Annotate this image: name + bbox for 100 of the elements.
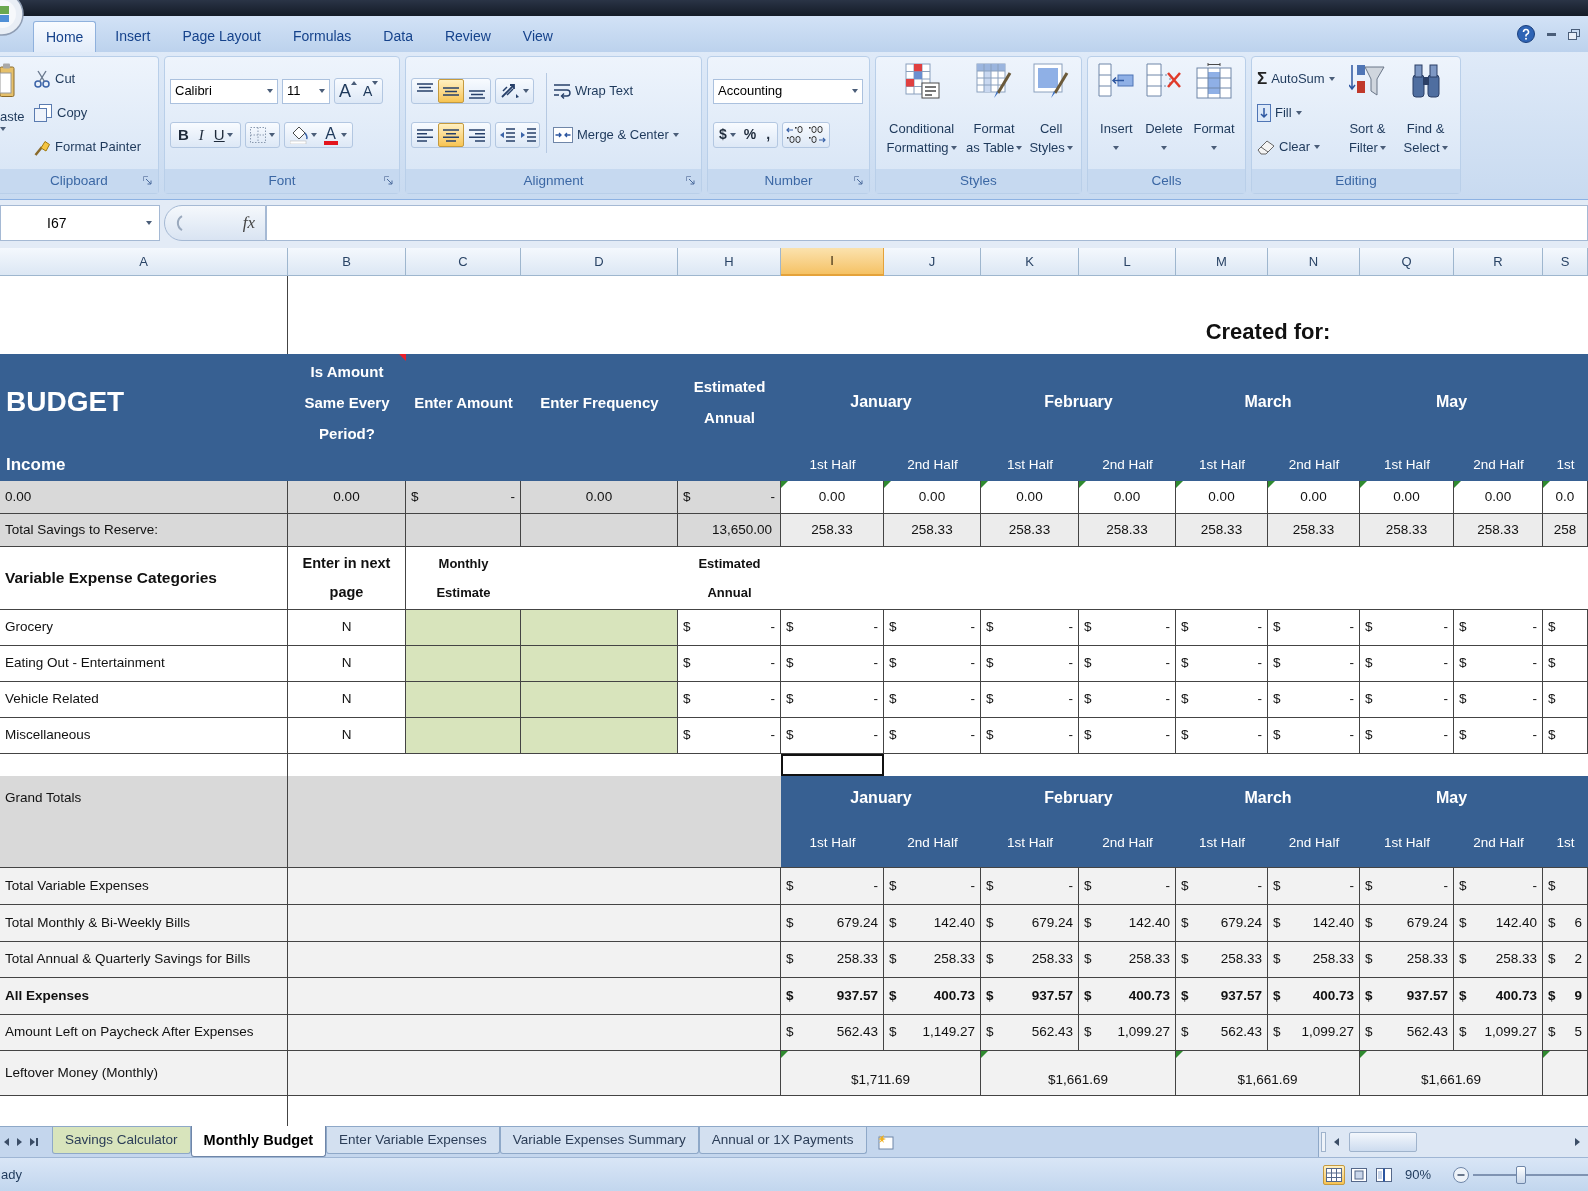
autosum-button[interactable]: Σ AutoSum (1257, 66, 1335, 92)
column-header[interactable]: L (1079, 248, 1176, 276)
column-header[interactable]: D (521, 248, 678, 276)
column-header[interactable]: K (981, 248, 1079, 276)
ribbon-button[interactable]: Format as Table (962, 57, 1027, 169)
dialog-launcher-icon[interactable] (686, 176, 695, 185)
increase-indent-button[interactable] (520, 128, 536, 142)
ribbon-tab[interactable]: Formulas (280, 21, 365, 52)
grow-font-button[interactable]: A (337, 81, 359, 101)
number-format-dropdown[interactable]: Accounting (713, 78, 863, 104)
ribbon-button[interactable]: Format (1191, 57, 1237, 169)
insert-function-button[interactable]: fx (242, 210, 255, 236)
dialog-launcher-icon[interactable] (854, 176, 863, 185)
paintbrush-icon (34, 138, 50, 156)
right-arrow-icon[interactable] (17, 1138, 22, 1146)
orientation-button[interactable] (495, 78, 534, 104)
format-table-icon (976, 63, 1013, 99)
ribbon-button[interactable]: Find & Select (1396, 57, 1455, 169)
help-icon[interactable] (1517, 25, 1535, 43)
left-arrow-icon[interactable] (1334, 1138, 1339, 1146)
column-header[interactable]: C (406, 248, 521, 276)
ribbon-button[interactable]: Sort & Filter (1338, 57, 1397, 169)
office-button[interactable] (0, 0, 24, 38)
comma-button[interactable]: , (761, 124, 776, 145)
cut-button[interactable]: Cut (34, 65, 141, 93)
column-header[interactable]: S (1543, 248, 1588, 276)
percent-button[interactable]: % (740, 124, 760, 145)
borders-button[interactable] (244, 122, 280, 148)
sheet-tab[interactable]: Annual or 1X Payments (698, 1127, 867, 1154)
zoom-slider-track[interactable] (1473, 1165, 1588, 1184)
format-painter-button[interactable]: Format Painter (34, 133, 141, 161)
column-header[interactable]: H (678, 248, 781, 276)
caret-icon (1441, 145, 1448, 150)
font-style-button[interactable]: B (173, 123, 194, 147)
decrease-indent-button[interactable] (499, 128, 515, 142)
amount-text: 679.24 (1220, 913, 1262, 932)
column-header[interactable]: M (1176, 248, 1268, 276)
minimize-icon[interactable] (1547, 32, 1556, 36)
currency-button[interactable]: $ (716, 124, 739, 145)
currency-sign: $ (889, 690, 897, 709)
zoom-out-icon[interactable] (1453, 1166, 1469, 1183)
font-style-button[interactable]: U (208, 123, 238, 147)
column-header[interactable]: N (1268, 248, 1360, 276)
name-box[interactable]: I67 (0, 205, 160, 241)
font-style-button[interactable]: I (193, 123, 209, 147)
split-handle[interactable] (1321, 1132, 1326, 1152)
dialog-launcher-icon[interactable] (384, 176, 393, 185)
view-button[interactable] (1322, 1164, 1345, 1185)
last-arrow-icon[interactable] (30, 1138, 38, 1146)
merge-center-button[interactable]: Merge & Center (553, 122, 679, 148)
ribbon-button[interactable]: Cell Styles (1026, 57, 1076, 169)
sheet-tab[interactable]: Monthly Budget (190, 1126, 327, 1157)
sheet-tab[interactable]: Variable Expenses Summary (499, 1127, 699, 1154)
ribbon-button[interactable]: Insert (1096, 57, 1137, 169)
font-color-button[interactable]: A (321, 123, 349, 147)
amount-text: - (970, 618, 975, 637)
font-size-dropdown[interactable]: 11 (282, 78, 330, 104)
restore-icon[interactable] (1568, 28, 1580, 40)
row-label: Total Monthly & Bi-Weekly Bills (5, 913, 191, 932)
sheet-tab[interactable]: Savings Calculator (52, 1127, 191, 1154)
paste-button[interactable]: aste (0, 57, 26, 169)
column-header[interactable]: A (0, 248, 288, 276)
sheet-tab[interactable]: Enter Variable Expenses (326, 1127, 500, 1154)
ribbon-tab[interactable]: Home (33, 21, 97, 52)
ribbon-button[interactable]: Delete (1143, 57, 1185, 169)
font-name-dropdown[interactable]: Calibri (170, 78, 278, 104)
increase-decimal-button[interactable] (786, 125, 805, 144)
column-header[interactable]: R (1454, 248, 1543, 276)
wrap-text-button[interactable]: Wrap Text (553, 78, 679, 104)
align-button[interactable] (438, 79, 464, 103)
amount-text: - (1165, 690, 1170, 709)
decrease-decimal-button[interactable] (808, 125, 827, 144)
fill-button[interactable]: Fill (1257, 100, 1335, 126)
column-header[interactable]: B (288, 248, 406, 276)
ribbon-button[interactable]: Conditional Formatting (881, 57, 963, 169)
ribbon-tab[interactable]: View (509, 21, 566, 52)
dialog-launcher-icon[interactable] (143, 176, 152, 185)
column-header[interactable]: I (781, 248, 884, 276)
zoom-level: 90% (1404, 1165, 1431, 1184)
scrollbar-thumb[interactable] (1349, 1132, 1417, 1152)
right-arrow-icon[interactable] (1575, 1138, 1580, 1146)
formula-input[interactable] (266, 205, 1588, 241)
left-arrow-icon[interactable] (4, 1138, 9, 1146)
fill-color-button[interactable] (287, 126, 319, 144)
ribbon-tab[interactable]: Review (431, 21, 504, 52)
period-label: 1st Half (1007, 456, 1053, 475)
ribbon-tab[interactable]: Insert (102, 21, 164, 52)
clear-button[interactable]: Clear (1257, 134, 1335, 160)
currency-sign: $ (889, 1023, 897, 1042)
align-button[interactable] (438, 123, 464, 147)
ribbon-tab[interactable]: Data (370, 21, 426, 52)
active-cell[interactable] (781, 754, 884, 776)
copy-button[interactable]: Copy (34, 99, 141, 127)
zoom-slider-thumb[interactable] (1516, 1165, 1527, 1184)
horizontal-scrollbar[interactable] (1318, 1127, 1588, 1157)
currency-sign: $ (411, 487, 419, 506)
ribbon-tab[interactable]: Page Layout (169, 21, 274, 52)
shrink-font-button[interactable]: A (361, 81, 381, 101)
column-header[interactable]: Q (1360, 248, 1454, 276)
column-header[interactable]: J (884, 248, 981, 276)
